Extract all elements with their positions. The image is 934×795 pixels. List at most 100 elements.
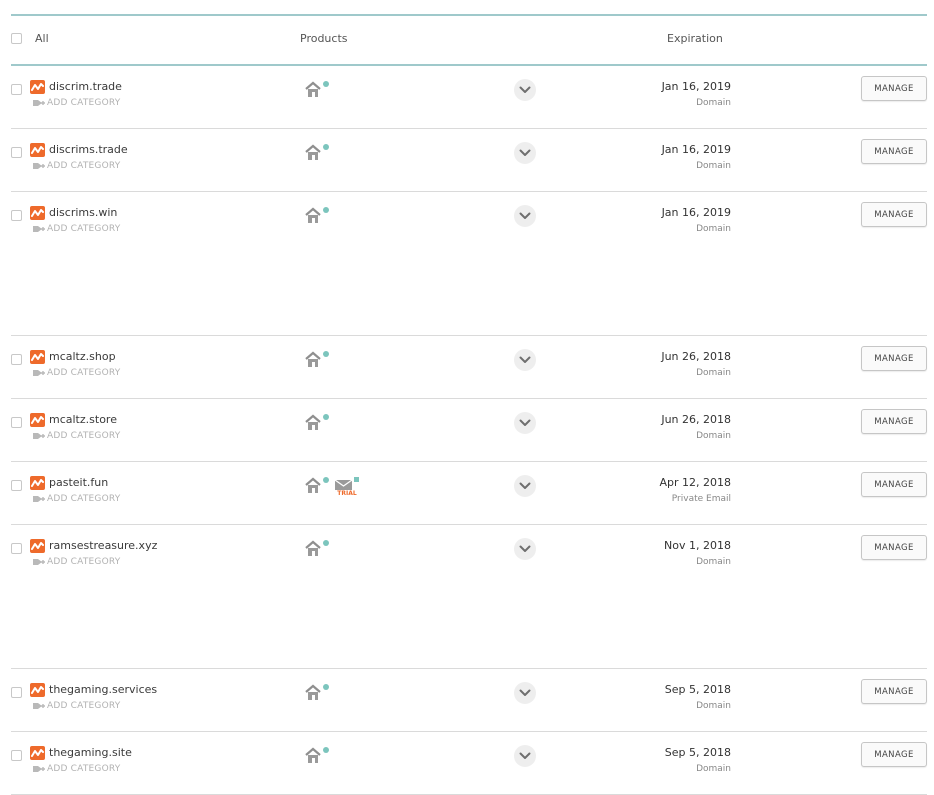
website-builder-icon[interactable] bbox=[305, 683, 329, 703]
website-builder-icon[interactable] bbox=[305, 350, 329, 370]
namecheap-logo-icon bbox=[30, 413, 45, 427]
tag-plus-icon bbox=[32, 161, 46, 171]
namecheap-logo-icon bbox=[30, 80, 45, 94]
expand-chevron-button[interactable] bbox=[514, 475, 536, 497]
expand-chevron-button[interactable] bbox=[514, 745, 536, 767]
expiration-date: Jun 26, 2018 bbox=[661, 413, 731, 426]
website-builder-icon[interactable] bbox=[305, 539, 329, 559]
domain-name-link[interactable]: mcaltz.shop bbox=[49, 350, 116, 363]
expand-chevron-button[interactable] bbox=[514, 412, 536, 434]
table-row: ramsestreasure.xyz ADD CATEGORY Nov 1, 2… bbox=[11, 525, 927, 669]
website-builder-icon[interactable] bbox=[305, 413, 329, 433]
namecheap-logo-icon bbox=[30, 476, 45, 490]
expand-chevron-button[interactable] bbox=[514, 142, 536, 164]
table-row: mcaltz.store ADD CATEGORY Jun 26, 2018 D… bbox=[11, 399, 927, 462]
namecheap-logo-icon bbox=[30, 350, 45, 364]
product-type: Domain bbox=[696, 764, 731, 774]
table-row: pasteit.fun ADD CATEGORY Apr 12, 2018 Pr… bbox=[11, 462, 927, 525]
add-category-label: ADD CATEGORY bbox=[47, 98, 121, 108]
product-type: Domain bbox=[696, 161, 731, 171]
table-row: discrim.trade ADD CATEGORY Jan 16, 2019 … bbox=[11, 66, 927, 129]
namecheap-logo-icon bbox=[30, 746, 45, 760]
table-row: discrims.win ADD CATEGORY Jan 16, 2019 D… bbox=[11, 192, 927, 336]
select-all-checkbox[interactable] bbox=[11, 33, 22, 44]
manage-button[interactable]: MANAGE bbox=[861, 76, 927, 101]
table-row: discrims.trade ADD CATEGORY Jan 16, 2019… bbox=[11, 129, 927, 192]
table-row: thegaming.site ADD CATEGORY Sep 5, 2018 … bbox=[11, 732, 927, 795]
expand-chevron-button[interactable] bbox=[514, 349, 536, 371]
add-category-label: ADD CATEGORY bbox=[47, 701, 121, 711]
expiration-column-header[interactable]: Expiration bbox=[667, 32, 723, 45]
domain-name-link[interactable]: pasteit.fun bbox=[49, 476, 108, 489]
manage-button[interactable]: MANAGE bbox=[861, 346, 927, 371]
add-category-link[interactable]: ADD CATEGORY bbox=[32, 368, 120, 378]
add-category-link[interactable]: ADD CATEGORY bbox=[32, 764, 120, 774]
add-category-label: ADD CATEGORY bbox=[47, 494, 121, 504]
tag-plus-icon bbox=[32, 557, 46, 567]
domain-name-link[interactable]: discrims.trade bbox=[49, 143, 128, 156]
row-checkbox[interactable] bbox=[11, 147, 22, 158]
add-category-label: ADD CATEGORY bbox=[47, 431, 121, 441]
website-builder-icon[interactable] bbox=[305, 143, 329, 163]
expand-chevron-button[interactable] bbox=[514, 79, 536, 101]
website-builder-icon[interactable] bbox=[305, 476, 329, 496]
product-type: Domain bbox=[696, 431, 731, 441]
manage-button[interactable]: MANAGE bbox=[861, 472, 927, 497]
add-category-link[interactable]: ADD CATEGORY bbox=[32, 224, 120, 234]
namecheap-logo-icon bbox=[30, 539, 45, 553]
manage-button[interactable]: MANAGE bbox=[861, 679, 927, 704]
add-category-link[interactable]: ADD CATEGORY bbox=[32, 494, 120, 504]
expand-chevron-button[interactable] bbox=[514, 682, 536, 704]
website-builder-icon[interactable] bbox=[305, 80, 329, 100]
row-checkbox[interactable] bbox=[11, 687, 22, 698]
expand-chevron-button[interactable] bbox=[514, 205, 536, 227]
domain-name-link[interactable]: thegaming.services bbox=[49, 683, 157, 696]
tag-plus-icon bbox=[32, 764, 46, 774]
add-category-label: ADD CATEGORY bbox=[47, 161, 121, 171]
add-category-link[interactable]: ADD CATEGORY bbox=[32, 98, 120, 108]
add-category-label: ADD CATEGORY bbox=[47, 764, 121, 774]
domain-name-link[interactable]: mcaltz.store bbox=[49, 413, 117, 426]
add-category-link[interactable]: ADD CATEGORY bbox=[32, 701, 120, 711]
row-checkbox[interactable] bbox=[11, 543, 22, 554]
tag-plus-icon bbox=[32, 701, 46, 711]
row-checkbox[interactable] bbox=[11, 750, 22, 761]
manage-button[interactable]: MANAGE bbox=[861, 742, 927, 767]
expiration-date: Jan 16, 2019 bbox=[661, 80, 731, 93]
manage-button[interactable]: MANAGE bbox=[861, 139, 927, 164]
manage-button[interactable]: MANAGE bbox=[861, 409, 927, 434]
add-category-label: ADD CATEGORY bbox=[47, 224, 121, 234]
domain-list: All Products Expiration discrim.trade AD… bbox=[11, 14, 927, 795]
row-checkbox[interactable] bbox=[11, 354, 22, 365]
row-checkbox[interactable] bbox=[11, 480, 22, 491]
products-column-header: Products bbox=[300, 32, 348, 45]
expand-chevron-button[interactable] bbox=[514, 538, 536, 560]
add-category-label: ADD CATEGORY bbox=[47, 368, 121, 378]
row-checkbox[interactable] bbox=[11, 210, 22, 221]
expiration-date: Sep 5, 2018 bbox=[664, 683, 731, 696]
add-category-label: ADD CATEGORY bbox=[47, 557, 121, 567]
add-category-link[interactable]: ADD CATEGORY bbox=[32, 431, 120, 441]
select-all-label: All bbox=[35, 32, 49, 45]
domain-name-link[interactable]: ramsestreasure.xyz bbox=[49, 539, 157, 552]
row-checkbox[interactable] bbox=[11, 417, 22, 428]
website-builder-icon[interactable] bbox=[305, 746, 329, 766]
domain-name-link[interactable]: discrims.win bbox=[49, 206, 117, 219]
domain-name-link[interactable]: thegaming.site bbox=[49, 746, 132, 759]
product-type: Domain bbox=[696, 701, 731, 711]
manage-button[interactable]: MANAGE bbox=[861, 535, 927, 560]
namecheap-logo-icon bbox=[30, 683, 45, 697]
domain-name-link[interactable]: discrim.trade bbox=[49, 80, 122, 93]
mail-icon[interactable]: TRIAL bbox=[334, 476, 360, 500]
expiration-date: Jan 16, 2019 bbox=[661, 143, 731, 156]
manage-button[interactable]: MANAGE bbox=[861, 202, 927, 227]
product-type: Domain bbox=[696, 98, 731, 108]
add-category-link[interactable]: ADD CATEGORY bbox=[32, 557, 120, 567]
product-type: Domain bbox=[696, 368, 731, 378]
product-type: Private Email bbox=[671, 494, 731, 504]
product-type: Domain bbox=[696, 557, 731, 567]
add-category-link[interactable]: ADD CATEGORY bbox=[32, 161, 120, 171]
website-builder-icon[interactable] bbox=[305, 206, 329, 226]
domain-rows: discrim.trade ADD CATEGORY Jan 16, 2019 … bbox=[11, 66, 927, 795]
row-checkbox[interactable] bbox=[11, 84, 22, 95]
